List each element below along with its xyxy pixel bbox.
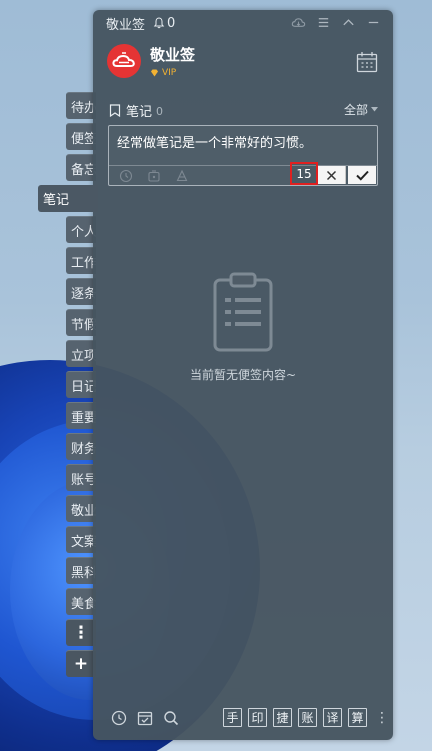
tab-bianqian[interactable]: 便签	[66, 123, 96, 150]
pin-icon[interactable]	[175, 169, 189, 183]
tool-shortcut-button[interactable]: 捷	[273, 708, 292, 727]
check-icon	[355, 170, 369, 181]
alarm-icon[interactable]	[147, 169, 161, 183]
tool-account-button[interactable]: 账	[298, 708, 317, 727]
tab-biji[interactable]: 笔记	[38, 185, 98, 212]
confirm-button[interactable]	[348, 166, 376, 184]
empty-message: 当前暂无便签内容~	[189, 368, 297, 382]
tool-handwrite-button[interactable]: 手	[223, 708, 242, 727]
tab-jingye[interactable]: 敬业	[66, 495, 96, 522]
filter-label: 全部	[343, 103, 368, 117]
bottom-toolbar: 手 印 捷 账 译 算 ⋮	[111, 708, 389, 728]
more-tabs-button[interactable]: ⋮	[66, 619, 96, 646]
note-input-text[interactable]: 经常做笔记是一个非常好的习惯。	[117, 132, 312, 151]
tab-geren[interactable]: 个人	[66, 216, 96, 243]
notes-header: 笔记 0	[109, 101, 163, 120]
menu-icon[interactable]	[316, 15, 331, 30]
filter-dropdown[interactable]: 全部	[344, 101, 378, 118]
clipboard-icon	[213, 272, 273, 352]
more-tools-button[interactable]: ⋮	[375, 710, 389, 726]
tab-label: 笔记	[43, 193, 70, 208]
checklist-icon[interactable]	[137, 710, 153, 726]
app-logo[interactable]	[107, 44, 141, 78]
tool-translate-button[interactable]: 译	[323, 708, 342, 727]
calendar-icon[interactable]	[356, 51, 378, 73]
tab-riji[interactable]: 日记	[66, 371, 96, 398]
tab-lixiang[interactable]: 立项	[66, 340, 96, 367]
reminder-count: 0	[167, 15, 176, 31]
tab-caiwu[interactable]: 财务	[66, 433, 96, 460]
title-bar[interactable]: 敬业签 0	[93, 10, 393, 36]
vip-label: VIP	[162, 68, 177, 78]
tool-print-button[interactable]: 印	[248, 708, 267, 727]
add-tab-button[interactable]: +	[66, 650, 96, 677]
clock-icon[interactable]	[119, 169, 133, 183]
cancel-button[interactable]	[318, 166, 346, 184]
bookmark-icon	[109, 104, 121, 117]
caret-down-icon	[371, 107, 378, 112]
tab-heike[interactable]: 黑科	[66, 557, 96, 584]
close-icon	[326, 170, 337, 180]
search-icon[interactable]	[163, 710, 179, 726]
tab-jiejia[interactable]: 节假	[66, 309, 96, 336]
history-clock-icon[interactable]	[111, 710, 127, 726]
category-tabs: 待办 便签 备忘 笔记 个人 工作 逐条 节假 立项 日记 重要 财务 账号 敬…	[0, 0, 100, 751]
app-window: 敬业签 0 敬业签 VIP 笔记 0 全部 经常做笔记是一个非常好的习惯。 15…	[93, 10, 393, 740]
tab-meishi[interactable]: 美食	[66, 588, 96, 615]
diamond-icon	[151, 69, 158, 77]
more-icon: ⋮	[72, 623, 90, 643]
char-counter: 15	[290, 162, 318, 185]
plus-icon: +	[73, 654, 89, 674]
tab-zhongyao[interactable]: 重要	[66, 402, 96, 429]
minimize-icon[interactable]	[366, 15, 381, 30]
notes-count: 0	[156, 105, 164, 118]
empty-state: 当前暂无便签内容~	[93, 272, 393, 383]
profile-name: 敬业签	[150, 46, 196, 64]
vip-badge[interactable]: VIP	[150, 68, 195, 78]
tab-beiwang[interactable]: 备忘	[66, 154, 96, 181]
cloud-logo-icon	[112, 52, 135, 67]
profile-header: 敬业签 VIP	[107, 44, 195, 78]
tab-zhutiao[interactable]: 逐条	[66, 278, 96, 305]
tab-zhanghao[interactable]: 账号	[66, 464, 96, 491]
app-title: 敬业签	[106, 17, 146, 33]
notes-title: 笔记	[126, 105, 153, 120]
bell-icon[interactable]	[153, 17, 165, 29]
tab-wenan[interactable]: 文案	[66, 526, 96, 553]
tab-daiban[interactable]: 待办	[66, 92, 96, 119]
tool-calculator-button[interactable]: 算	[348, 708, 367, 727]
cloud-sync-icon[interactable]	[291, 15, 306, 30]
note-editor[interactable]: 经常做笔记是一个非常好的习惯。 15	[108, 125, 378, 186]
collapse-icon[interactable]	[341, 15, 356, 30]
tab-gongzuo[interactable]: 工作	[66, 247, 96, 274]
